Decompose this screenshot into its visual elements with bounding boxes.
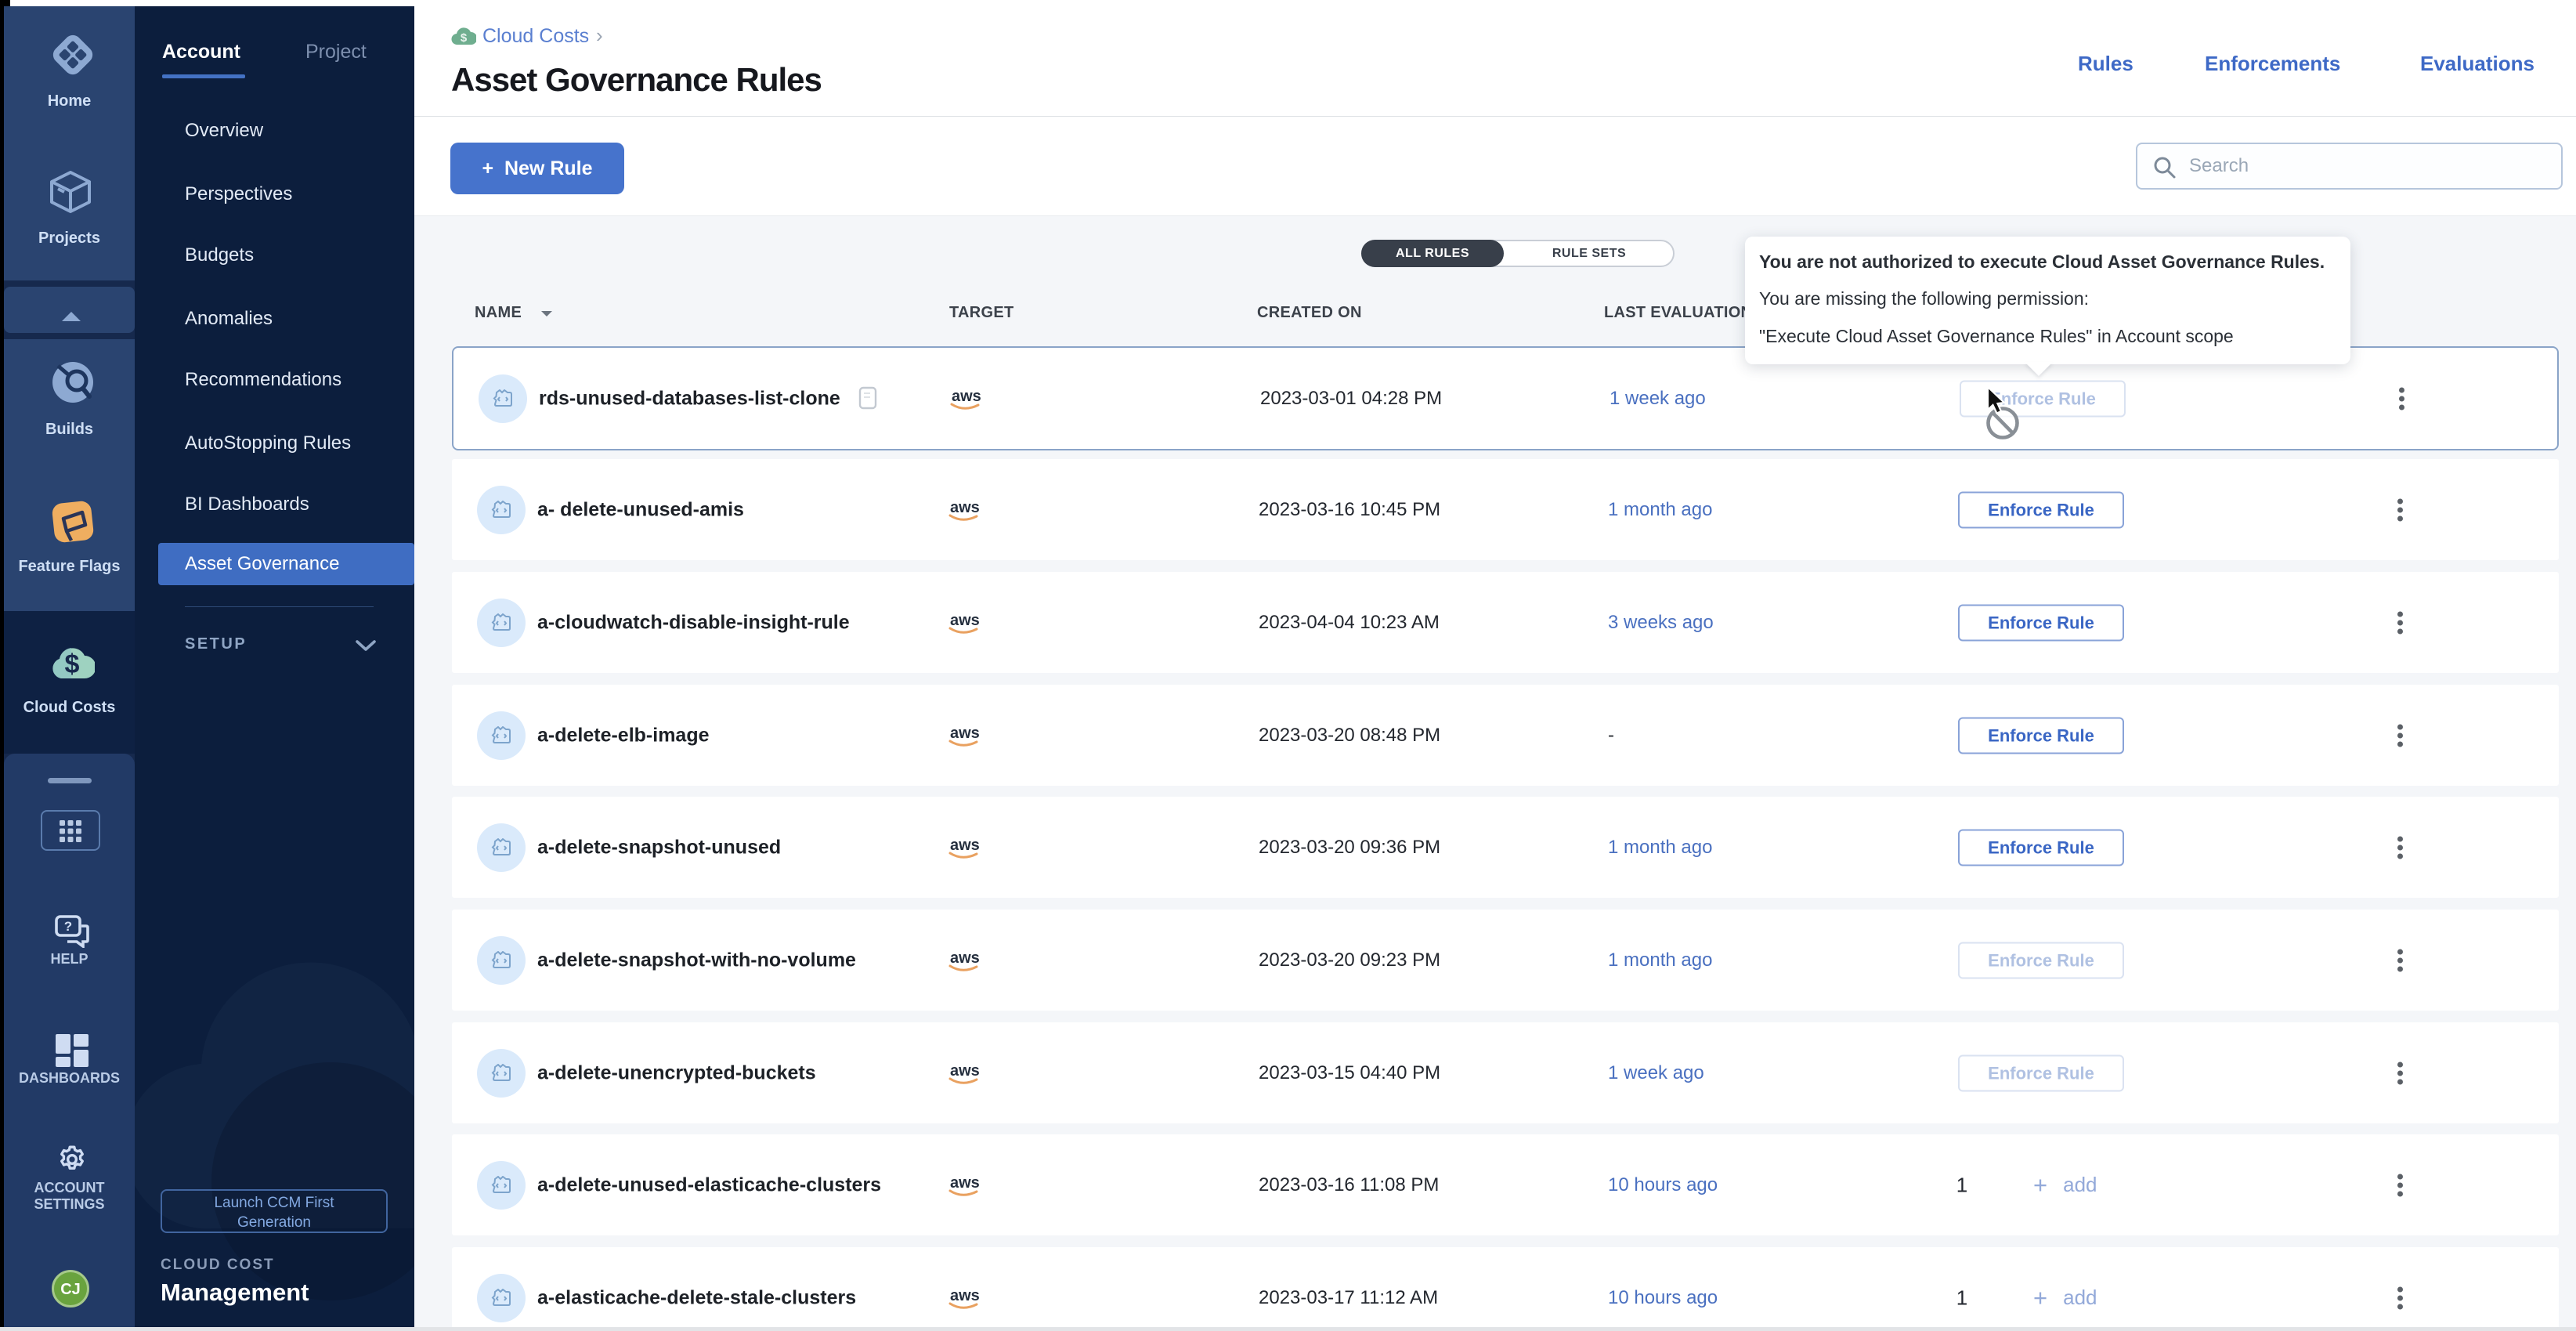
svg-text:$: $: [461, 31, 468, 45]
svg-text:aws: aws: [950, 725, 980, 742]
svg-text:aws: aws: [950, 1062, 980, 1080]
svg-text:aws: aws: [952, 388, 981, 405]
svg-text:aws: aws: [950, 837, 980, 854]
svg-text:aws: aws: [950, 499, 980, 516]
svg-text:$: $: [65, 649, 80, 679]
svg-text:aws: aws: [950, 1174, 980, 1192]
svg-text:aws: aws: [950, 1287, 980, 1304]
svg-text:aws: aws: [950, 612, 980, 629]
svg-text:?: ?: [64, 919, 72, 934]
svg-text:aws: aws: [950, 949, 980, 967]
